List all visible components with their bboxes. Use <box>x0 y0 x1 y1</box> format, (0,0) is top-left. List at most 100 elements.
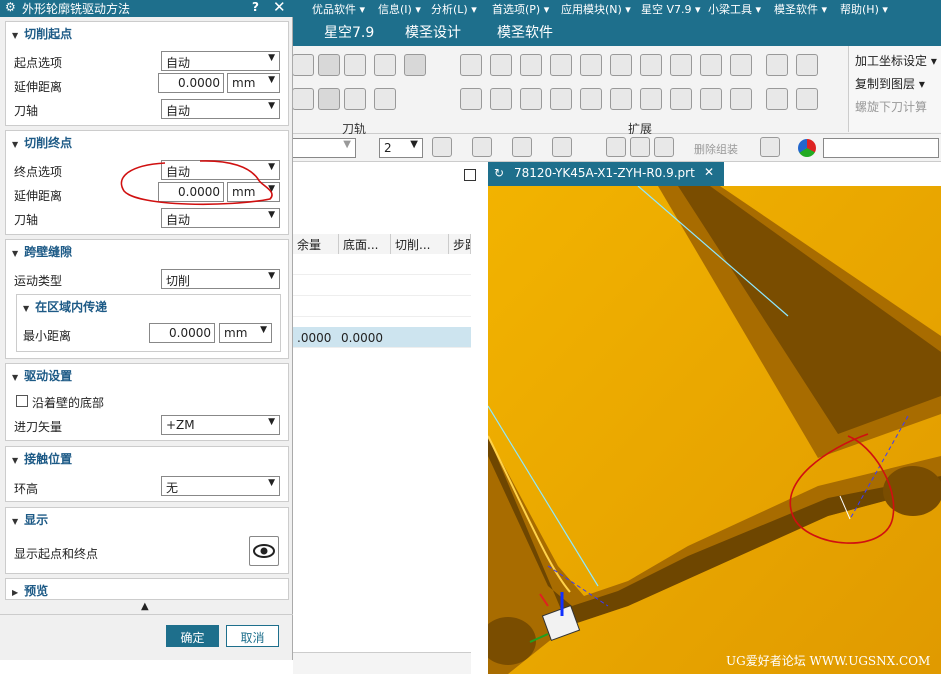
extend-icon-14[interactable] <box>490 88 512 110</box>
table-row[interactable] <box>293 296 471 317</box>
measure-icon[interactable] <box>760 137 780 157</box>
copy-to-layer-button[interactable]: 复制到图层 ▾ <box>855 75 925 92</box>
section-header-preview[interactable]: ▶ 预览 <box>12 582 48 599</box>
arrow-left-icon[interactable] <box>610 88 632 110</box>
extend-icon-16[interactable] <box>550 88 572 110</box>
min-distance-input[interactable]: 0.0000 <box>149 323 215 343</box>
extend-icon-11[interactable] <box>766 54 788 76</box>
extend-icon-9[interactable] <box>700 54 722 76</box>
extend-icon-6[interactable] <box>610 54 632 76</box>
extend-icon-24[interactable] <box>796 88 818 110</box>
extend-icon-22[interactable] <box>730 88 752 110</box>
extend-icon-2[interactable] <box>490 54 512 76</box>
along-wall-checkbox[interactable] <box>16 395 28 407</box>
toolpath-icon-5[interactable] <box>292 88 314 110</box>
color-wheel-icon[interactable] <box>798 139 816 157</box>
tab-mosheng-software[interactable]: 模圣软件 <box>497 22 553 42</box>
menu-help[interactable]: 帮助(H) ▾ <box>840 1 888 17</box>
extend-icon-17[interactable] <box>580 88 602 110</box>
collapse-more-icon[interactable]: ▲ <box>141 601 149 612</box>
menu-application[interactable]: 应用模块(N) ▾ <box>561 1 631 17</box>
extend-icon-23[interactable] <box>766 88 788 110</box>
extend-icon-12[interactable] <box>796 54 818 76</box>
extend-icon-7[interactable] <box>640 54 662 76</box>
arrow-left-bold-icon[interactable] <box>670 88 692 110</box>
layer-combo[interactable]: 2 ▼ <box>379 138 423 158</box>
feed-vector-label: 进刀矢量 <box>14 420 63 434</box>
column-header-stock[interactable]: 余量 <box>293 234 339 254</box>
cancel-button[interactable]: 取消 <box>226 625 279 647</box>
cube-icon[interactable] <box>512 137 532 157</box>
mcs-icon[interactable] <box>606 137 626 157</box>
menu-preferences[interactable]: 首选项(P) ▾ <box>492 1 549 17</box>
table-row[interactable] <box>293 254 471 275</box>
toolpath-icon-8[interactable] <box>374 88 396 110</box>
close-icon[interactable]: ✕ <box>704 165 714 179</box>
part-file-tab[interactable]: ↻ 78120-YK45A-X1-ZYH-R0.9.prt ✕ <box>488 162 724 186</box>
helix-calc-button[interactable]: 螺旋下刀计算 <box>855 98 927 115</box>
tool-axis-select[interactable]: 自动 ▼ <box>161 208 280 228</box>
motion-type-select[interactable]: 切削 ▼ <box>161 269 280 289</box>
shaded-cube-icon[interactable] <box>472 137 492 157</box>
unit-select[interactable]: mm ▼ <box>227 73 280 93</box>
show-start-end-button[interactable] <box>249 536 279 566</box>
ok-button[interactable]: 确定 <box>166 625 219 647</box>
menu-xingkong[interactable]: 星空 V7.9 ▾ <box>641 1 701 17</box>
display-toolpath-icon[interactable] <box>344 54 366 76</box>
menu-youpin[interactable]: 优品软件 ▾ <box>312 1 365 17</box>
section-header-cut-end[interactable]: ▼ 切削终点 <box>12 134 72 151</box>
verify-toolpath-icon[interactable] <box>374 54 396 76</box>
extend-icon-8[interactable] <box>670 54 692 76</box>
extend-icon-13[interactable] <box>460 88 482 110</box>
collapse-triangle-icon: ▼ <box>12 517 19 526</box>
unit-select[interactable]: mm ▼ <box>219 323 272 343</box>
extend-distance-input[interactable]: 0.0000 <box>158 73 224 93</box>
section-header-display[interactable]: ▼ 显示 <box>12 511 48 528</box>
ring-height-select[interactable]: 无 ▼ <box>161 476 280 496</box>
extend-icon-4[interactable] <box>550 54 572 76</box>
arrow-right-icon[interactable] <box>640 88 662 110</box>
section-header-contact[interactable]: ▼ 接触位置 <box>12 450 72 467</box>
render-style-icon[interactable] <box>432 137 452 157</box>
start-option-select[interactable]: 自动 ▼ <box>161 51 280 71</box>
section-header-wall-gap[interactable]: ▼ 跨壁缝隙 <box>12 243 72 260</box>
menu-xiaoliang[interactable]: 小梁工具 ▾ <box>708 1 761 17</box>
table-row[interactable] <box>293 275 471 296</box>
column-header-step[interactable]: 步距 <box>449 234 471 254</box>
column-header-cut[interactable]: 切削... <box>391 234 449 254</box>
toolpath-icon-7[interactable] <box>344 88 366 110</box>
maximize-icon[interactable] <box>464 169 476 181</box>
menu-info[interactable]: 信息(I) ▾ <box>378 1 421 17</box>
section-header-drive[interactable]: ▼ 驱动设置 <box>12 367 72 384</box>
tool-axis-select[interactable]: 自动 ▼ <box>161 99 280 119</box>
filter-combo[interactable]: ▼ <box>292 138 356 158</box>
extend-icon-1[interactable] <box>460 54 482 76</box>
tab-mosheng-design[interactable]: 模圣设计 <box>405 22 461 42</box>
menu-mosheng[interactable]: 模圣软件 ▾ <box>774 1 827 17</box>
extend-icon-5[interactable] <box>580 54 602 76</box>
window-icon[interactable] <box>552 137 572 157</box>
toolpath-icon-2[interactable] <box>318 54 340 76</box>
toolpath-icon-1[interactable] <box>292 54 314 76</box>
delete-group-button[interactable]: 删除组装 <box>694 141 738 157</box>
hide-icon[interactable] <box>654 137 674 157</box>
menu-analysis[interactable]: 分析(L) ▾ <box>431 1 477 17</box>
table-row-selected[interactable]: .0000 0.0000 <box>293 327 471 348</box>
section-header-cut-start[interactable]: ▼ 切削起点 <box>12 25 72 42</box>
toolpath-icon-6[interactable] <box>318 88 340 110</box>
help-icon[interactable]: ? <box>252 0 259 14</box>
arrow-right-bold-icon[interactable] <box>700 88 722 110</box>
feed-vector-select[interactable]: +ZM ▼ <box>161 415 280 435</box>
list-toolpath-icon[interactable] <box>404 54 426 76</box>
close-icon[interactable]: ✕ <box>273 0 286 16</box>
work-cs-setting-button[interactable]: 加工坐标设定 ▾ <box>855 52 937 69</box>
tab-xingkong[interactable]: 星空7.9 <box>324 22 374 42</box>
column-header-floor[interactable]: 底面... <box>339 234 391 254</box>
extend-icon-3[interactable] <box>520 54 542 76</box>
eye-icon[interactable] <box>630 137 650 157</box>
subsection-header[interactable]: ▼ 在区域内传递 <box>23 298 107 315</box>
circle-icon[interactable] <box>520 88 542 110</box>
extend-icon-10[interactable] <box>730 54 752 76</box>
command-search-box[interactable] <box>823 138 939 158</box>
graphics-viewport[interactable]: UG爱好者论坛 WWW.UGSNX.COM <box>488 186 941 674</box>
